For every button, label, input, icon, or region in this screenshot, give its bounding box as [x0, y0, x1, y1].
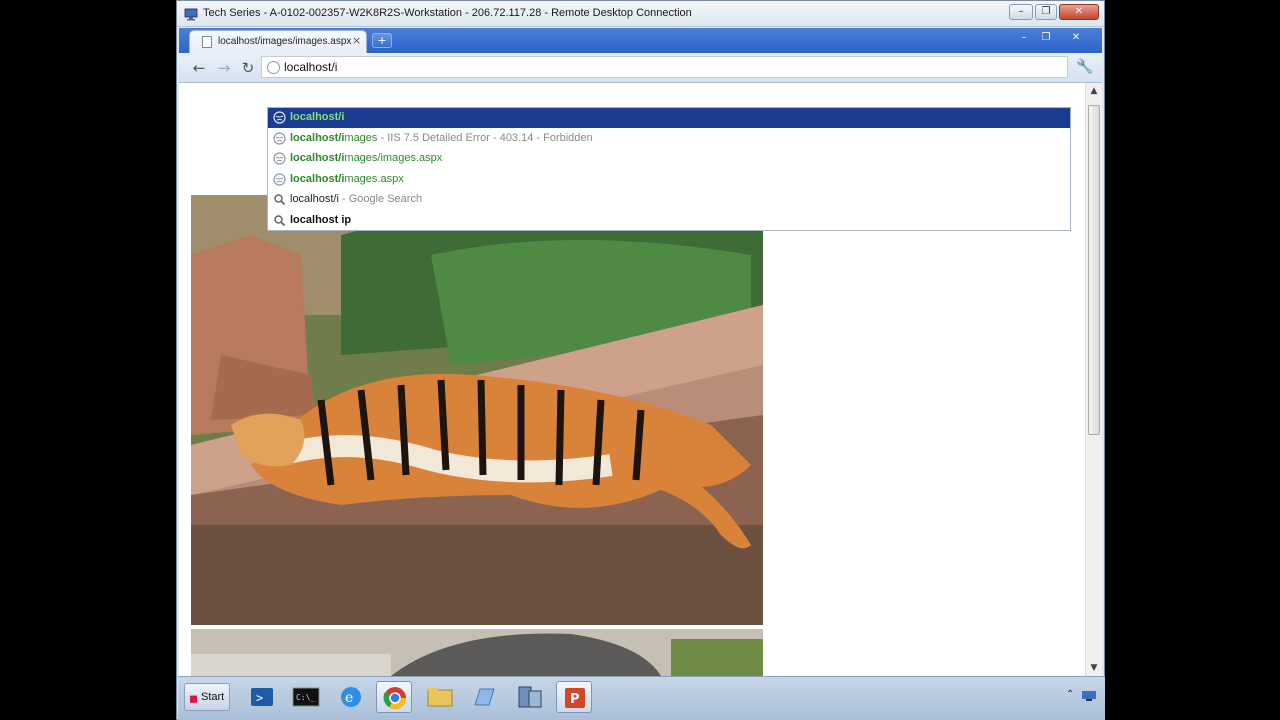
suggestion-match: localhost/i	[290, 131, 345, 144]
suggestion-match: localhost/i	[290, 172, 345, 185]
omnibox[interactable]	[261, 56, 1068, 78]
rdp-titlebar[interactable]: Tech Series - A-0102-002357-W2K8R2S-Work…	[177, 1, 1104, 27]
notification-tray[interactable]: ⌃	[1066, 689, 1100, 709]
start-label: Start	[201, 691, 225, 703]
globe-icon	[273, 111, 286, 124]
elephant-photo	[191, 629, 763, 676]
scroll-up-arrow-icon[interactable]: ▲	[1086, 83, 1102, 99]
suggestion-text: localhost ip	[290, 214, 351, 226]
scroll-thumb[interactable]	[1088, 105, 1100, 435]
search-icon	[274, 194, 286, 206]
address-input[interactable]	[284, 57, 1044, 77]
suggestion-text: localhost/images.aspx	[290, 173, 404, 185]
server-manager-icon[interactable]	[511, 681, 547, 713]
rdp-minimize-button[interactable]: –	[1009, 4, 1033, 20]
suggestion-item[interactable]: localhost/i - Google Search	[268, 190, 1070, 210]
suggestion-match: localhost/i	[290, 152, 345, 164]
search-icon	[274, 214, 286, 226]
back-button[interactable]: ←	[189, 58, 209, 78]
rdp-restore-button[interactable]: ❐	[1035, 4, 1057, 20]
wrench-menu-icon[interactable]: 🔧	[1076, 59, 1093, 75]
new-tab-button[interactable]: +	[372, 33, 392, 48]
suggestion-text: localhost/images/images.aspx	[290, 152, 442, 164]
windows-logo-icon: ◼	[189, 693, 199, 705]
tab-close-icon[interactable]: ×	[352, 34, 361, 47]
suggestion-text: localhost/images - IIS 7.5 Detailed Erro…	[290, 132, 593, 144]
omnibox-suggestions: localhost/i localhost/images - IIS 7.5 De…	[267, 107, 1071, 231]
internet-explorer-icon[interactable]: e	[333, 681, 369, 713]
powerpoint-icon[interactable]: P	[556, 681, 592, 713]
suggestion-text: localhost/i	[290, 111, 344, 123]
browser-close-button[interactable]: ✕	[1064, 30, 1088, 46]
tiger-photo	[191, 195, 763, 625]
vertical-scrollbar[interactable]: ▲ ▼	[1085, 83, 1102, 676]
tab-images-aspx[interactable]: localhost/images/images.aspx ×	[189, 30, 367, 53]
svg-text:e: e	[345, 690, 353, 706]
remote-desktop-icon	[184, 8, 198, 21]
rdp-close-button[interactable]: ✕	[1059, 4, 1099, 20]
globe-icon	[273, 131, 286, 145]
powershell-icon[interactable]: >	[244, 681, 280, 713]
forward-button[interactable]: →	[214, 58, 234, 78]
reload-button[interactable]: ↻	[238, 58, 258, 78]
globe-icon	[267, 61, 280, 74]
browser-minimize-button[interactable]: –	[1012, 30, 1036, 46]
file-explorer-icon[interactable]	[422, 681, 458, 713]
chrome-browser: localhost/images/images.aspx × + – ❐ ✕ ←…	[179, 28, 1102, 676]
svg-text:P: P	[570, 692, 580, 707]
network-icon	[1082, 691, 1096, 701]
tray-expand-icon[interactable]: ⌃	[1066, 689, 1074, 700]
suggestion-item[interactable]: localhost/images.aspx	[268, 170, 1070, 190]
browser-toolbar: ← → ↻ 🔧	[179, 53, 1102, 83]
suggestion-item[interactable]: localhost/images/images.aspx	[268, 149, 1070, 169]
suggestion-match: localhost ip	[290, 213, 352, 226]
suggestion-item[interactable]: localhost/i	[268, 108, 1070, 128]
remote-desktop-window: Tech Series - A-0102-002357-W2K8R2S-Work…	[176, 0, 1105, 720]
globe-icon	[273, 152, 286, 165]
rdp-title: Tech Series - A-0102-002357-W2K8R2S-Work…	[203, 7, 692, 19]
taskbar: ◼ Start > C:\_ e P ⌃	[178, 676, 1105, 720]
start-button[interactable]: ◼ Start	[184, 683, 230, 711]
tab-label: localhost/images/images.aspx	[218, 36, 352, 47]
suggestion-url-rest: mages/images.aspx	[344, 152, 443, 164]
tab-strip: localhost/images/images.aspx × + – ❐ ✕	[179, 28, 1102, 53]
globe-icon	[273, 172, 286, 186]
chrome-icon[interactable]	[376, 681, 412, 713]
suggestion-description: - IIS 7.5 Detailed Error - 403.14 - Forb…	[377, 131, 593, 144]
notepad-icon[interactable]	[466, 681, 502, 713]
page-icon	[202, 36, 212, 48]
suggestion-url-rest: mages	[344, 131, 378, 144]
suggestion-text: localhost/i - Google Search	[290, 193, 422, 205]
scroll-down-arrow-icon[interactable]: ▼	[1086, 660, 1102, 676]
suggestion-item[interactable]: localhost/images - IIS 7.5 Detailed Erro…	[268, 129, 1070, 149]
suggestion-url-rest: mages.aspx	[344, 172, 404, 185]
browser-restore-button[interactable]: ❐	[1034, 30, 1058, 46]
suggestion-match: localhost/i	[290, 193, 339, 205]
suggestion-description: - Google Search	[338, 193, 423, 205]
command-prompt-icon[interactable]: C:\_	[288, 681, 324, 713]
suggestion-match: localhost/i	[290, 111, 345, 123]
suggestion-item[interactable]: localhost ip	[268, 211, 1070, 231]
svg-text:>: >	[256, 691, 263, 705]
svg-text:C:\_: C:\_	[296, 693, 315, 702]
